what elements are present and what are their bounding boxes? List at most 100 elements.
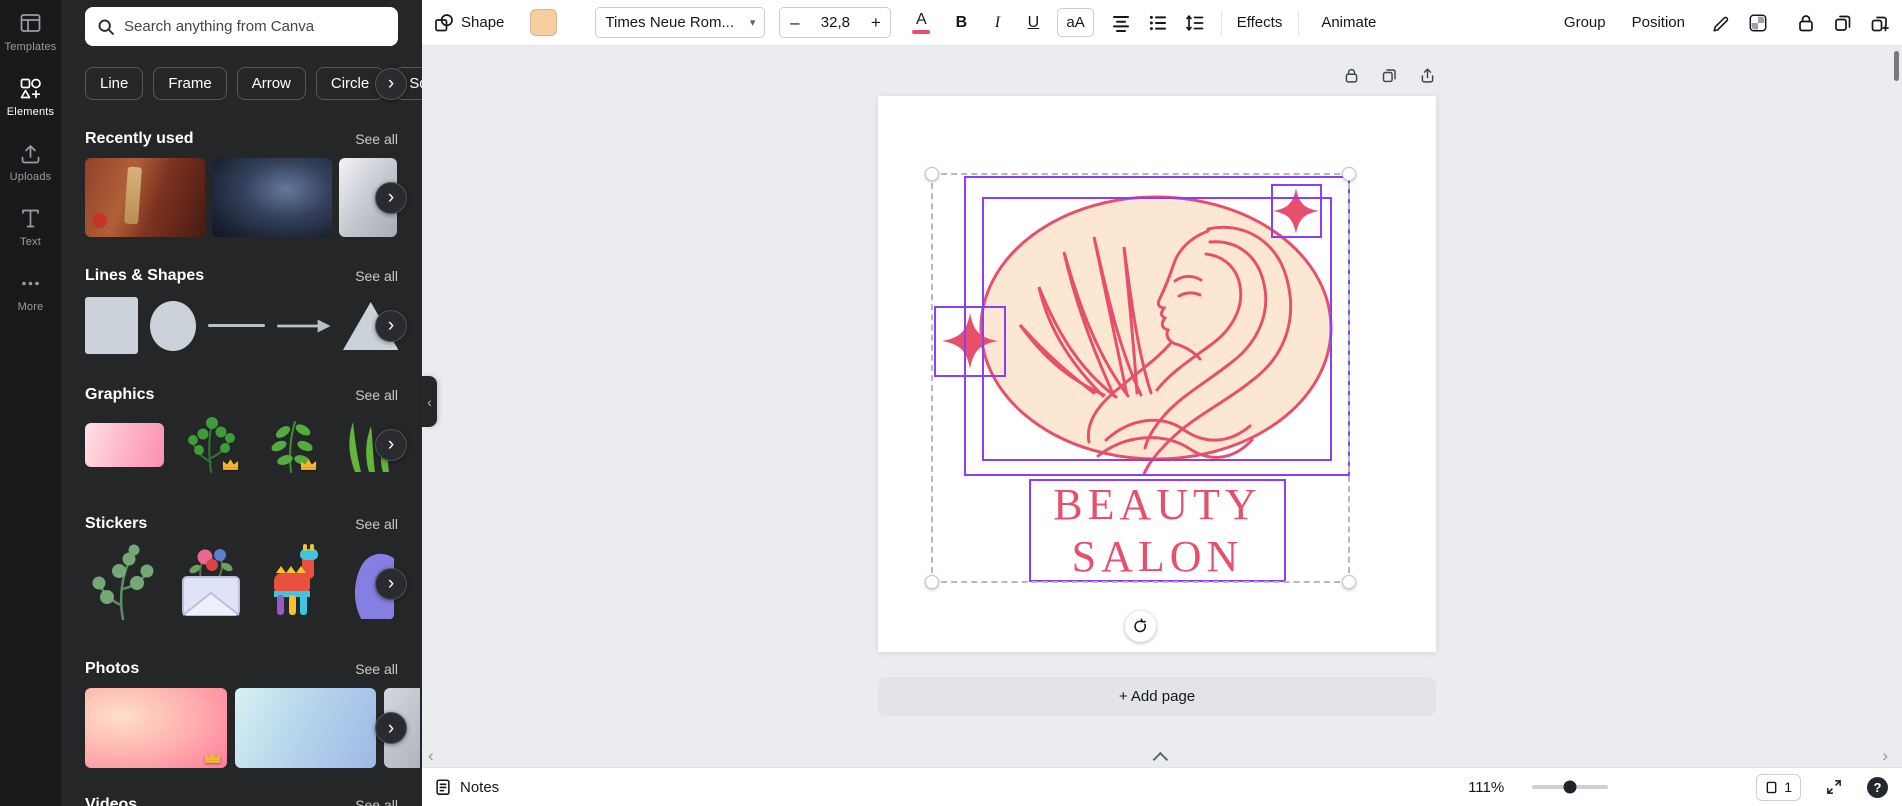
page-icon <box>1766 781 1777 793</box>
graphic-plant[interactable] <box>178 414 245 475</box>
font-family-value: Times Neue Rom... <box>605 14 735 31</box>
position-button[interactable]: Position <box>1632 14 1685 31</box>
vertical-scrollbar[interactable] <box>1894 51 1899 81</box>
lock-button[interactable] <box>1796 13 1816 33</box>
duplicate-page-button[interactable] <box>1381 67 1398 87</box>
chip-frame[interactable]: Frame <box>153 67 227 100</box>
collapse-bottom-bar-button[interactable] <box>1130 748 1194 767</box>
chevron-left-icon: ‹ <box>427 393 432 410</box>
section-title: Lines & Shapes <box>85 267 205 284</box>
pages-button[interactable]: 1 <box>1756 773 1801 801</box>
recently-used-scroll-button[interactable]: › <box>375 181 407 214</box>
shape-square[interactable] <box>85 297 138 354</box>
font-family-dropdown[interactable]: Times Neue Rom... ▾ <box>595 7 766 38</box>
shape-button[interactable]: Shape <box>434 13 504 33</box>
animate-button[interactable]: Animate <box>1314 14 1376 31</box>
chips-scroll-right-button[interactable]: › <box>375 67 407 100</box>
shapes-scroll-button[interactable]: › <box>375 309 407 342</box>
design-page[interactable]: BEAUTY SALON <box>878 96 1436 652</box>
graphics-scroll-button[interactable]: › <box>375 428 407 461</box>
list-button[interactable] <box>1148 13 1168 33</box>
fill-color-swatch[interactable] <box>530 9 558 36</box>
chevron-up-icon <box>1152 751 1168 767</box>
see-all-videos[interactable]: See all <box>355 797 398 806</box>
see-all-graphics[interactable]: See all <box>355 387 398 403</box>
section-lines-shapes: Lines & Shapes See all › <box>85 267 407 356</box>
lock-page-button[interactable] <box>1343 67 1360 87</box>
resize-handle-bottom-left[interactable] <box>925 575 939 589</box>
edit-button[interactable] <box>1711 13 1731 33</box>
export-page-button[interactable] <box>1419 67 1436 87</box>
text-icon <box>22 209 39 228</box>
recent-photo-thumbnail[interactable] <box>212 158 332 237</box>
font-size-value[interactable]: 32,8 <box>809 14 861 31</box>
panel-collapse-tab[interactable]: ‹ <box>422 376 437 427</box>
pro-crown-icon <box>222 459 239 470</box>
copy-style-button[interactable] <box>1870 13 1890 33</box>
photo-pink-gradient[interactable] <box>85 688 227 768</box>
graphic-leaves[interactable] <box>259 414 323 475</box>
scroll-left-chevron[interactable]: ‹ <box>428 747 434 764</box>
sticker-envelope-flowers[interactable] <box>175 543 247 624</box>
duplicate-button[interactable] <box>1833 13 1853 33</box>
shape-line[interactable] <box>207 324 266 327</box>
rail-item-text[interactable]: Text <box>19 207 42 248</box>
more-icon <box>22 281 39 286</box>
chip-circle[interactable]: Circle <box>315 67 385 100</box>
fullscreen-button[interactable] <box>1825 778 1843 796</box>
shape-arrow[interactable] <box>277 319 331 333</box>
canvas-area[interactable]: BEAUTY SALON + Add page ‹ › <box>422 46 1902 767</box>
help-button[interactable]: ? <box>1867 776 1888 798</box>
duplicate-icon <box>1835 15 1851 31</box>
text-color-bar <box>912 29 931 34</box>
photos-scroll-button[interactable]: › <box>375 712 407 744</box>
underline-button[interactable]: U <box>1021 14 1045 32</box>
text-color-letter: A <box>916 10 927 28</box>
graphic-pink-gradient[interactable] <box>85 422 164 467</box>
rail-item-templates[interactable]: Templates <box>5 12 57 53</box>
sticker-eucalyptus[interactable] <box>85 543 160 624</box>
effects-button[interactable]: Effects <box>1237 14 1283 31</box>
notes-button[interactable]: Notes <box>434 778 499 796</box>
resize-handle-top-left[interactable] <box>925 167 939 181</box>
zoom-slider[interactable] <box>1532 780 1609 794</box>
text-color-button[interactable]: A <box>909 10 933 34</box>
notes-label: Notes <box>460 778 500 796</box>
see-all-photos[interactable]: See all <box>355 661 398 677</box>
sidebar-rail: Templates Elements Uploads Text More <box>0 0 61 806</box>
stickers-scroll-button[interactable]: › <box>375 567 407 600</box>
transparency-button[interactable] <box>1748 13 1768 33</box>
rail-item-elements[interactable]: Elements <box>7 77 54 118</box>
font-size-decrease-button[interactable]: – <box>780 13 809 33</box>
section-photos: Photos See all › <box>85 660 420 768</box>
search-input[interactable] <box>124 18 386 35</box>
text-align-button[interactable] <box>1111 13 1131 33</box>
see-all-lines-shapes[interactable]: See all <box>355 268 398 284</box>
logo-text[interactable]: BEAUTY SALON <box>1029 479 1286 583</box>
spacing-button[interactable] <box>1185 13 1205 33</box>
scroll-right-chevron[interactable]: › <box>1882 747 1888 764</box>
chip-line[interactable]: Line <box>85 67 144 100</box>
recent-photo-thumbnail[interactable] <box>85 158 205 237</box>
rail-item-more[interactable]: More <box>18 272 44 313</box>
chip-arrow[interactable]: Arrow <box>236 67 306 100</box>
canva-editor: Templates Elements Uploads Text More Lin… <box>0 0 1902 806</box>
bold-button[interactable]: B <box>949 14 973 32</box>
group-button[interactable]: Group <box>1564 14 1606 31</box>
sticker-pinata[interactable] <box>262 543 332 624</box>
resize-handle-bottom-right[interactable] <box>1342 575 1356 589</box>
italic-button[interactable]: I <box>985 14 1009 32</box>
rail-item-label: Text <box>20 236 41 248</box>
shape-circle[interactable] <box>149 300 196 351</box>
see-all-stickers[interactable]: See all <box>355 516 398 532</box>
text-case-button[interactable]: aA <box>1057 8 1094 37</box>
photo-blue-gradient[interactable] <box>235 688 376 768</box>
see-all-recently-used[interactable]: See all <box>355 131 398 147</box>
rotate-handle[interactable] <box>1125 611 1156 642</box>
section-stickers: Stickers See all › <box>85 515 407 624</box>
zoom-slider-knob[interactable] <box>1563 780 1577 794</box>
add-page-button[interactable]: + Add page <box>878 677 1436 716</box>
font-size-increase-button[interactable]: + <box>861 13 890 33</box>
rail-item-uploads[interactable]: Uploads <box>10 142 52 183</box>
resize-handle-top-right[interactable] <box>1342 167 1356 181</box>
